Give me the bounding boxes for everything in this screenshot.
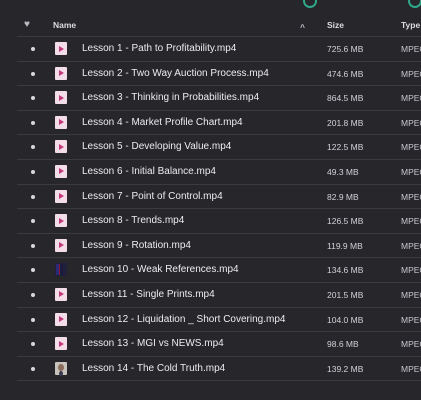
video-file-icon [55,287,67,301]
available-offline-dot-icon [31,71,35,76]
available-offline-dot-icon [31,243,35,248]
video-file-icon [55,312,67,326]
file-row[interactable]: Lesson 2 - Two Way Auction Process.mp4 47… [17,62,421,87]
available-offline-dot-icon [31,317,35,322]
available-offline-dot-icon [31,96,35,101]
file-row[interactable]: Lesson 1 - Path to Profitability.mp4 725.… [17,36,421,62]
file-row[interactable]: Lesson 7 - Point of Control.mp4 82.9 MB MP… [17,185,421,210]
file-type: MPEG [401,117,421,128]
file-type: MPEG [401,289,421,300]
sort-ascending-chevron-icon[interactable]: ^ [300,22,305,32]
favorite-column-heart-icon[interactable]: ♥ [24,19,30,30]
available-offline-dot-icon [31,366,35,371]
file-list: Lesson 1 - Path to Profitability.mp4 725.… [17,36,421,382]
available-offline-dot-icon [31,47,35,51]
file-size: 98.6 MB [327,339,359,350]
video-file-icon [55,115,67,129]
file-name[interactable]: Lesson 3 - Thinking in Probabilities.mp4 [82,92,259,103]
available-offline-dot-icon [31,145,35,150]
file-size: 49.3 MB [327,166,359,177]
file-size: 139.2 MB [327,363,364,374]
file-type: MPEG [401,339,421,350]
file-name[interactable]: Lesson 5 - Developing Value.mp4 [82,141,231,152]
available-offline-dot-icon [31,219,35,224]
file-row[interactable]: Lesson 14 - The Cold Truth.mp4 139.2 MB MP… [17,357,421,382]
file-size: 201.8 MB [327,117,364,128]
file-type: MPEG [401,216,421,227]
file-name[interactable]: Lesson 10 - Weak References.mp4 [82,264,239,275]
file-size: 122.5 MB [327,142,364,153]
file-size: 104.0 MB [327,314,364,325]
file-name[interactable]: Lesson 12 - Liquidation _ Short Covering… [82,314,285,325]
video-file-icon [55,42,67,55]
file-size: 474.6 MB [327,68,364,79]
available-offline-dot-icon [31,292,35,297]
type-column-header[interactable]: Type [401,20,420,30]
size-column-header[interactable]: Size [327,20,344,30]
file-name[interactable]: Lesson 2 - Two Way Auction Process.mp4 [82,68,269,79]
video-file-icon [55,91,67,105]
file-name[interactable]: Lesson 11 - Single Prints.mp4 [82,289,215,300]
file-type: MPEG [401,240,421,251]
file-type: MPEG [401,314,421,325]
file-size: 725.6 MB [327,44,364,54]
file-size: 134.6 MB [327,265,364,276]
file-row[interactable]: Lesson 11 - Single Prints.mp4 201.5 MB MPE… [17,283,421,308]
file-row[interactable]: Lesson 5 - Developing Value.mp4 122.5 MB M… [17,135,421,160]
file-name[interactable]: Lesson 6 - Initial Balance.mp4 [82,166,216,177]
file-row[interactable]: Lesson 10 - Weak References.mp4 134.6 MB M… [17,258,421,283]
file-size: 201.5 MB [327,289,364,300]
video-file-icon [55,140,67,154]
available-offline-dot-icon [31,169,35,174]
file-row[interactable]: Lesson 13 - MGI vs NEWS.mp4 98.6 MB MPEG [17,332,421,357]
file-size: 119.9 MB [327,240,363,251]
video-file-icon [55,238,67,252]
video-file-icon [55,214,67,228]
file-name[interactable]: Lesson 13 - MGI vs NEWS.mp4 [82,338,224,349]
file-size: 82.9 MB [327,191,359,202]
video-file-icon [55,337,67,351]
file-name[interactable]: Lesson 9 - Rotation.mp4 [82,240,191,251]
video-file-icon [55,189,67,203]
file-row[interactable]: Lesson 9 - Rotation.mp4 119.9 MB MPEG [17,234,421,259]
available-offline-dot-icon [31,268,35,273]
file-row[interactable]: Lesson 12 - Liquidation _ Short Covering… [17,308,421,333]
file-type: MPEG [401,363,421,374]
file-name[interactable]: Lesson 14 - The Cold Truth.mp4 [82,363,225,374]
video-thumbnail-dark-icon [55,263,67,277]
file-type: MPEG [401,191,421,202]
file-size: 126.5 MB [327,216,364,227]
video-file-icon [55,66,67,80]
available-offline-dot-icon [31,342,35,347]
file-name[interactable]: Lesson 7 - Point of Control.mp4 [82,191,223,202]
video-file-icon [55,164,67,178]
file-row[interactable]: Lesson 6 - Initial Balance.mp4 49.3 MB MPE… [17,160,421,185]
file-name[interactable]: Lesson 1 - Path to Profitability.mp4 [82,43,236,54]
name-column-header[interactable]: Name [53,20,76,30]
file-type: MPEG [401,44,421,54]
file-size: 864.5 MB [327,93,364,104]
file-type: MPEG [401,166,421,177]
file-type: MPEG [401,68,421,79]
file-row[interactable]: Lesson 3 - Thinking in Probabilities.mp4… [17,86,421,111]
file-name[interactable]: Lesson 8 - Trends.mp4 [82,215,184,226]
file-row[interactable]: Lesson 4 - Market Profile Chart.mp4 201.8… [17,111,421,136]
file-type: MPEG [401,93,421,104]
available-offline-dot-icon [31,120,35,125]
available-offline-dot-icon [31,194,35,199]
file-row[interactable]: Lesson 8 - Trends.mp4 126.5 MB MPEG [17,209,421,234]
file-name[interactable]: Lesson 4 - Market Profile Chart.mp4 [82,117,243,128]
file-type: MPEG [401,142,421,153]
file-type: MPEG [401,265,421,276]
video-thumbnail-face-icon [55,361,67,375]
file-list-header: ♥ Name ^ Size Type [0,0,421,34]
